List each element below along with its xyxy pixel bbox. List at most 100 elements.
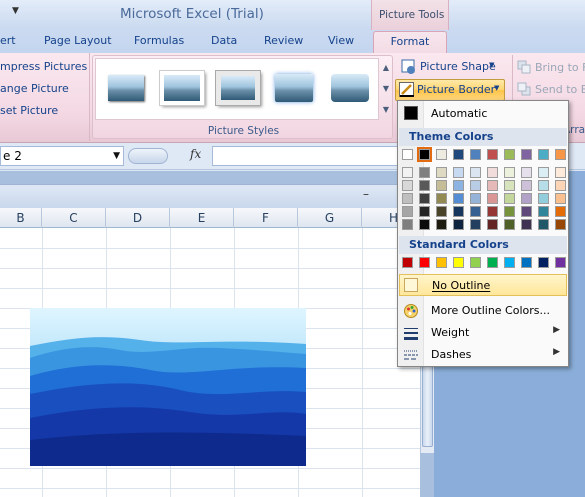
- theme-shade-swatch[interactable]: [436, 193, 447, 204]
- theme-shade-swatch[interactable]: [419, 180, 430, 191]
- theme-shade-swatch[interactable]: [504, 219, 515, 230]
- column-header[interactable]: E: [170, 208, 234, 228]
- theme-color-swatch[interactable]: [487, 149, 498, 160]
- theme-shade-swatch[interactable]: [419, 167, 430, 178]
- theme-shade-swatch[interactable]: [402, 180, 413, 191]
- theme-shade-swatch[interactable]: [504, 206, 515, 217]
- theme-shade-swatch[interactable]: [453, 219, 464, 230]
- theme-shade-swatch[interactable]: [402, 206, 413, 217]
- scrollbar-thumb[interactable]: [422, 359, 433, 447]
- theme-shade-swatch[interactable]: [487, 167, 498, 178]
- theme-shade-swatch[interactable]: [402, 167, 413, 178]
- formula-expand-handle[interactable]: [128, 148, 168, 164]
- picture-style-thumbnail[interactable]: [216, 71, 260, 105]
- theme-color-swatch[interactable]: [470, 149, 481, 160]
- theme-shade-swatch[interactable]: [402, 219, 413, 230]
- theme-shade-swatch[interactable]: [487, 219, 498, 230]
- theme-shade-swatch[interactable]: [521, 193, 532, 204]
- theme-shade-swatch[interactable]: [470, 180, 481, 191]
- theme-shade-swatch[interactable]: [470, 219, 481, 230]
- standard-color-swatch[interactable]: [470, 257, 481, 268]
- theme-shade-swatch[interactable]: [453, 193, 464, 204]
- theme-shade-swatch[interactable]: [419, 206, 430, 217]
- picture-style-thumbnail[interactable]: [104, 71, 148, 105]
- theme-shade-swatch[interactable]: [538, 219, 549, 230]
- gallery-more-icon[interactable]: ▼: [380, 100, 392, 120]
- name-box[interactable]: e 2 ▼: [0, 146, 124, 166]
- standard-color-swatch[interactable]: [453, 257, 464, 268]
- picture-style-thumbnail[interactable]: [160, 71, 204, 105]
- theme-shade-swatch[interactable]: [487, 206, 498, 217]
- no-outline-item[interactable]: No Outline: [399, 274, 567, 296]
- standard-color-swatch[interactable]: [538, 257, 549, 268]
- dashes-item[interactable]: Dashes ▶: [399, 344, 567, 366]
- theme-shade-swatch[interactable]: [487, 180, 498, 191]
- insert-function-icon[interactable]: fx: [190, 147, 201, 161]
- standard-color-swatch[interactable]: [504, 257, 515, 268]
- column-header[interactable]: F: [234, 208, 298, 228]
- theme-color-swatch[interactable]: [417, 147, 432, 162]
- theme-shade-swatch[interactable]: [521, 180, 532, 191]
- theme-shade-swatch[interactable]: [521, 167, 532, 178]
- theme-shade-swatch[interactable]: [436, 219, 447, 230]
- picture-border-button[interactable]: Picture Border ▼: [395, 79, 505, 101]
- picture-style-thumbnail[interactable]: [272, 71, 316, 105]
- compress-pictures-button[interactable]: mpress Pictures: [0, 60, 87, 73]
- theme-shade-swatch[interactable]: [504, 167, 515, 178]
- theme-shade-swatch[interactable]: [436, 167, 447, 178]
- reset-picture-button[interactable]: set Picture: [0, 104, 58, 117]
- tab-page-layout[interactable]: Page Layout: [44, 34, 112, 47]
- theme-shade-swatch[interactable]: [419, 219, 430, 230]
- quick-access-customize-icon[interactable]: ▼: [12, 6, 19, 16]
- theme-shade-swatch[interactable]: [470, 206, 481, 217]
- standard-color-swatch[interactable]: [487, 257, 498, 268]
- theme-shade-swatch[interactable]: [555, 219, 566, 230]
- inserted-picture[interactable]: [30, 308, 306, 466]
- column-header[interactable]: C: [42, 208, 106, 228]
- theme-color-swatch[interactable]: [504, 149, 515, 160]
- column-header[interactable]: B: [0, 208, 42, 228]
- theme-color-swatch[interactable]: [436, 149, 447, 160]
- theme-color-swatch[interactable]: [402, 149, 413, 160]
- theme-shade-swatch[interactable]: [538, 167, 549, 178]
- gallery-scroll-down-icon[interactable]: ▼: [380, 79, 392, 99]
- theme-shade-swatch[interactable]: [504, 180, 515, 191]
- standard-color-swatch[interactable]: [521, 257, 532, 268]
- tab-view[interactable]: View: [328, 34, 354, 47]
- formula-input[interactable]: [212, 146, 402, 166]
- column-header[interactable]: D: [106, 208, 170, 228]
- theme-color-swatch[interactable]: [538, 149, 549, 160]
- theme-shade-swatch[interactable]: [555, 193, 566, 204]
- standard-color-swatch[interactable]: [555, 257, 566, 268]
- theme-shade-swatch[interactable]: [538, 206, 549, 217]
- theme-shade-swatch[interactable]: [521, 206, 532, 217]
- standard-color-swatch[interactable]: [436, 257, 447, 268]
- picture-style-thumbnail[interactable]: [328, 71, 372, 105]
- theme-shade-swatch[interactable]: [538, 193, 549, 204]
- gallery-scroll-up-icon[interactable]: ▲: [380, 58, 392, 78]
- theme-shade-swatch[interactable]: [470, 193, 481, 204]
- tab-insert[interactable]: ert: [0, 34, 16, 47]
- automatic-color-item[interactable]: Automatic: [399, 103, 567, 125]
- theme-shade-swatch[interactable]: [487, 193, 498, 204]
- tab-format[interactable]: Format: [373, 31, 447, 54]
- send-to-back-button[interactable]: Send to Ba: [535, 83, 585, 96]
- theme-color-swatch[interactable]: [521, 149, 532, 160]
- theme-shade-swatch[interactable]: [555, 206, 566, 217]
- theme-shade-swatch[interactable]: [436, 180, 447, 191]
- theme-shade-swatch[interactable]: [419, 193, 430, 204]
- column-header[interactable]: G: [298, 208, 362, 228]
- theme-shade-swatch[interactable]: [453, 180, 464, 191]
- standard-color-swatch[interactable]: [419, 257, 430, 268]
- theme-shade-swatch[interactable]: [402, 193, 413, 204]
- theme-shade-swatch[interactable]: [504, 193, 515, 204]
- theme-shade-swatch[interactable]: [555, 180, 566, 191]
- weight-item[interactable]: Weight ▶: [399, 322, 567, 344]
- tab-review[interactable]: Review: [264, 34, 303, 47]
- chevron-down-icon[interactable]: ▼: [113, 147, 120, 165]
- bring-to-front-button[interactable]: Bring to F: [535, 61, 585, 74]
- theme-color-swatch[interactable]: [453, 149, 464, 160]
- theme-shade-swatch[interactable]: [538, 180, 549, 191]
- theme-shade-swatch[interactable]: [453, 206, 464, 217]
- more-outline-colors-item[interactable]: More Outline Colors...: [399, 300, 567, 322]
